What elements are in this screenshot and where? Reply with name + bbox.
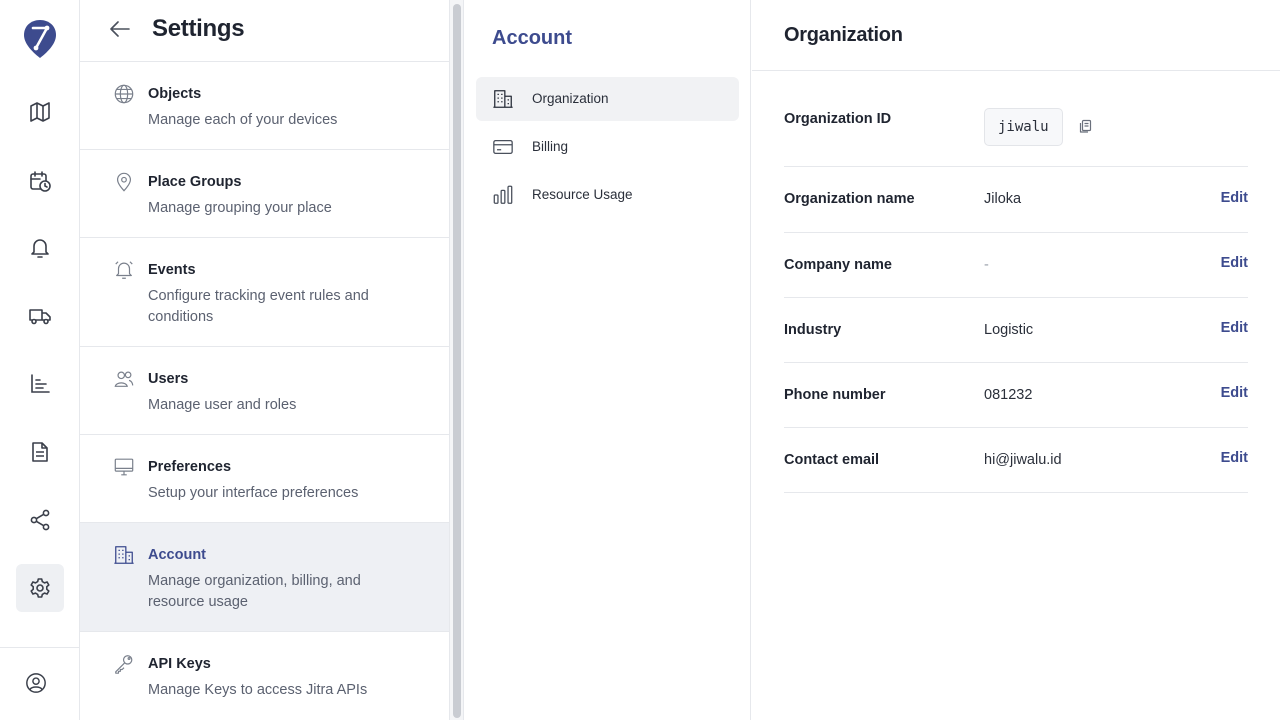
org-row-organization-name: Organization name Jiloka Edit [784, 167, 1248, 233]
alarm-bell-icon [115, 261, 133, 279]
organization-header: Organization [752, 0, 1280, 71]
edit-industry-button[interactable]: Edit [1221, 320, 1248, 336]
settings-item-name: Users [148, 371, 189, 387]
org-row-industry: Industry Logistic Edit [784, 298, 1248, 363]
monitor-icon [114, 458, 134, 476]
rail-divider [0, 647, 80, 648]
settings-item-desc: Setup your interface preferences [148, 485, 359, 501]
settings-panel: Settings Objects Manage each of your dev… [80, 0, 450, 720]
credit-card-icon [493, 139, 513, 155]
user-circle-icon [26, 673, 46, 693]
account-item-label: Organization [532, 91, 609, 106]
bar-chart-icon [31, 374, 50, 393]
edit-organization-name-button[interactable]: Edit [1221, 190, 1248, 206]
map-nav-button[interactable] [16, 88, 64, 136]
organization-title: Organization [784, 24, 903, 46]
settings-item-desc: Manage grouping your place [148, 200, 332, 216]
globe-icon [114, 84, 134, 104]
truck-icon [29, 309, 51, 325]
org-row-label: Organization name [784, 191, 915, 207]
org-row-contact-email: Contact email hi@jiwalu.id Edit [784, 428, 1248, 493]
settings-item-api-keys[interactable]: API Keys Manage Keys to access Jitra API… [80, 632, 449, 720]
settings-item-desc: Manage organization, billing, and resour… [148, 573, 361, 610]
map-pin-icon [116, 172, 132, 192]
org-row-phone-number: Phone number 081232 Edit [784, 363, 1248, 428]
app-logo[interactable] [22, 18, 58, 60]
account-item-label: Billing [532, 139, 569, 154]
schedule-icon [30, 171, 51, 192]
org-row-value: - [984, 257, 989, 273]
settings-item-events[interactable]: Events Configure tracking event rules an… [80, 238, 449, 347]
org-row-label: Industry [784, 322, 842, 338]
org-row-label: Phone number [784, 387, 886, 403]
org-row-label: Contact email [784, 452, 880, 468]
org-row-value: Logistic [984, 322, 1034, 338]
edit-company-name-button[interactable]: Edit [1221, 255, 1248, 271]
schedule-nav-button[interactable] [16, 157, 64, 205]
settings-item-name: Events [148, 262, 196, 278]
bar-chart-icon [493, 185, 513, 204]
settings-item-desc: Manage user and roles [148, 397, 297, 413]
settings-item-name: Place Groups [148, 174, 242, 190]
settings-item-name: API Keys [148, 656, 211, 672]
org-row-label: Company name [784, 257, 892, 273]
settings-item-desc: Configure tracking event rules and condi… [148, 288, 369, 325]
building-icon [493, 90, 513, 108]
settings-item-name: Account [148, 547, 206, 563]
key-icon [115, 655, 133, 674]
edit-phone-number-button[interactable]: Edit [1221, 385, 1248, 401]
settings-item-preferences[interactable]: Preferences Setup your interface prefere… [80, 435, 449, 523]
copy-icon[interactable] [1078, 118, 1094, 134]
document-icon [32, 442, 48, 462]
share-nav-button[interactable] [16, 496, 64, 544]
documents-nav-button[interactable] [16, 428, 64, 476]
icon-rail [0, 0, 80, 720]
org-row-value: 081232 [984, 387, 1033, 403]
org-row-company-name: Company name - Edit [784, 233, 1248, 298]
account-item-organization[interactable]: Organization [476, 77, 739, 121]
account-item-billing[interactable]: Billing [476, 125, 739, 169]
page-title: Settings [152, 15, 245, 42]
notifications-nav-button[interactable] [16, 224, 64, 272]
reports-nav-button[interactable] [16, 360, 64, 408]
settings-item-objects[interactable]: Objects Manage each of your devices [80, 62, 449, 150]
settings-item-place-groups[interactable]: Place Groups Manage grouping your place [80, 150, 449, 238]
settings-item-account[interactable]: Account Manage organization, billing, an… [80, 523, 449, 632]
map-icon [30, 102, 50, 122]
org-id-label: Organization ID [784, 111, 892, 127]
bell-icon [31, 239, 49, 258]
settings-item-users[interactable]: Users Manage user and roles [80, 347, 449, 435]
settings-item-desc: Manage each of your devices [148, 112, 338, 128]
settings-item-name: Objects [148, 86, 202, 102]
fleet-nav-button[interactable] [16, 292, 64, 340]
settings-nav-button[interactable] [16, 564, 64, 612]
org-id-value: jiwalu [984, 108, 1063, 146]
account-item-resource-usage[interactable]: Resource Usage [476, 173, 739, 217]
share-icon [30, 509, 50, 531]
gear-icon [30, 578, 50, 598]
building-icon [114, 546, 134, 564]
account-title: Account [492, 27, 572, 49]
organization-panel: Organization Organization ID jiwalu Orga… [752, 0, 1280, 720]
back-arrow-icon[interactable] [108, 17, 132, 41]
org-row-value: Jiloka [984, 191, 1022, 207]
settings-item-name: Preferences [148, 459, 232, 475]
org-row-value: hi@jiwalu.id [984, 452, 1062, 468]
edit-contact-email-button[interactable]: Edit [1221, 450, 1248, 466]
settings-scrollbar-thumb[interactable] [453, 4, 461, 718]
org-row-id: Organization ID jiwalu [784, 71, 1248, 167]
profile-button[interactable] [16, 659, 56, 707]
settings-item-desc: Manage Keys to access Jitra APIs [148, 682, 368, 698]
users-icon [114, 371, 134, 387]
settings-header: Settings [80, 0, 449, 62]
account-submenu: Account Organization Billing Resource Us… [464, 0, 751, 720]
account-item-label: Resource Usage [532, 187, 633, 202]
